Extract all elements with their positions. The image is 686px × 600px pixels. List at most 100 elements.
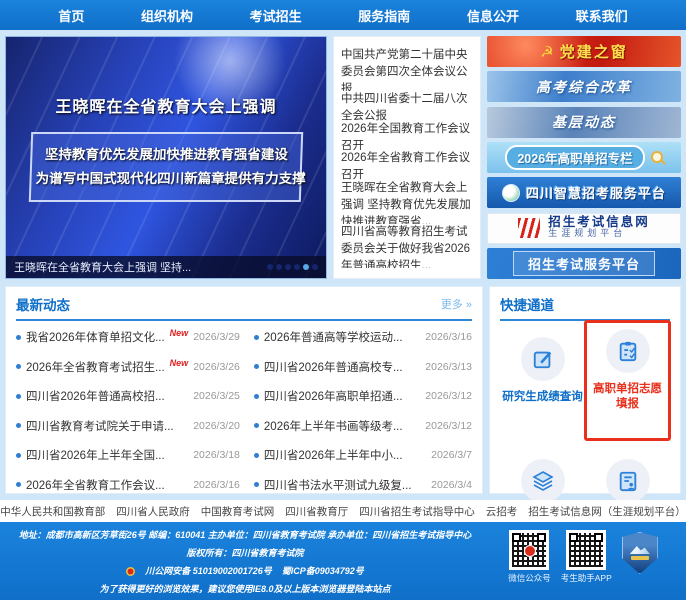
headline-news-item[interactable]: 2026年全国教育工作会议召开 bbox=[341, 121, 473, 150]
new-badge: New bbox=[170, 358, 189, 368]
footer-link[interactable]: 招生考试信息网（生涯规划平台） bbox=[528, 504, 686, 519]
news-date: 2026/3/13 bbox=[425, 361, 472, 373]
quick-item-graduate-score-query[interactable]: 研究生成绩查询 bbox=[500, 329, 585, 441]
news-carousel[interactable]: 王晓晖在全省教育大会上强调 坚持教育优先发展加快推进教育强省建设 为谱写中国式现… bbox=[5, 36, 327, 279]
nav-contact-us[interactable]: 联系我们 bbox=[576, 6, 628, 25]
quick-item-danzhao-application-highlighted[interactable]: 高职单招志愿填报 bbox=[584, 320, 671, 441]
news-link[interactable]: 四川省2026年普通高校专... bbox=[264, 359, 420, 375]
footer-gov-beian: 川公网安备 51019002001726号 bbox=[145, 562, 272, 580]
footer-link[interactable]: 四川省教育厅 bbox=[285, 504, 348, 519]
footer-link[interactable]: 四川省招生考试指导中心 bbox=[359, 504, 475, 519]
clipboard-check-icon bbox=[606, 329, 650, 373]
headline-news-item[interactable]: 中共四川省委十二届八次全会公报 bbox=[341, 91, 473, 120]
carousel-dot[interactable] bbox=[276, 264, 282, 270]
footer-link[interactable]: 中华人民共和国教育部 bbox=[0, 504, 105, 519]
carousel-dot[interactable] bbox=[312, 264, 318, 270]
news-row: 四川省2026年上半年中小... 2026/3/7 bbox=[254, 443, 472, 467]
banner-label: 基层动态 bbox=[552, 112, 616, 132]
carousel-dot[interactable] bbox=[267, 264, 273, 270]
banner-admission-info-net[interactable]: 招生考试信息网 生涯规划平台 bbox=[487, 213, 681, 244]
quick-channels-title: 快捷通道 bbox=[500, 294, 554, 314]
more-link[interactable]: 更多 » bbox=[441, 296, 472, 312]
carousel-dot[interactable] bbox=[294, 264, 300, 270]
banner-label: 四川智慧招考服务平台 bbox=[526, 183, 666, 202]
news-date: 2026/3/16 bbox=[193, 479, 240, 491]
news-row: 四川省2026年上半年全国... 2026/3/18 bbox=[16, 443, 240, 467]
site-footer: 地址：成都市高新区芳草街26号 邮编：610041 主办单位：四川省教育考试院 … bbox=[0, 522, 686, 600]
banner-party-building[interactable]: ☭ 党建之窗 bbox=[487, 36, 681, 67]
news-link[interactable]: 2026年上半年书画等级考... bbox=[264, 418, 420, 434]
bullet-icon bbox=[254, 394, 259, 399]
banner-smart-admission-platform[interactable]: 四川智慧招考服务平台 bbox=[487, 177, 681, 208]
carousel-dot-active[interactable] bbox=[303, 264, 309, 270]
banner-gaokao-reform[interactable]: 高考综合改革 bbox=[487, 71, 681, 102]
quick-item-label: 研究生成绩查询 bbox=[502, 390, 583, 405]
news-link[interactable]: 我省2026年体育单招文化... bbox=[26, 329, 165, 345]
quick-item-label: 高职单招志愿填报 bbox=[589, 382, 666, 412]
bullet-icon bbox=[16, 482, 21, 487]
bullet-icon bbox=[254, 364, 259, 369]
news-row: 四川省2026年普通高校招... 2026/3/25 bbox=[16, 384, 240, 408]
news-link[interactable]: 四川省2026年高职单招通... bbox=[264, 388, 420, 404]
news-date: 2026/3/4 bbox=[431, 479, 472, 491]
news-date: 2026/3/25 bbox=[193, 390, 240, 402]
footer-link[interactable]: 云招考 bbox=[486, 504, 518, 519]
news-link[interactable]: 2026年全省教育工作会议... bbox=[26, 477, 188, 493]
carousel-dot[interactable] bbox=[285, 264, 291, 270]
wechat-qr-code bbox=[509, 530, 549, 570]
banner-grassroots-news[interactable]: 基层动态 bbox=[487, 107, 681, 138]
news-link[interactable]: 四川省2026年普通高校招... bbox=[26, 388, 188, 404]
footer-link[interactable]: 四川省人民政府 bbox=[116, 504, 190, 519]
news-link[interactable]: 四川省教育考试院关于申请... bbox=[26, 418, 188, 434]
hammer-sickle-icon: ☭ bbox=[540, 43, 553, 61]
news-link[interactable]: 四川省2026年上半年中小... bbox=[264, 447, 426, 463]
footer-browser-tip: 为了获得更好的浏览效果，建议您使用IE8.0及以上版本浏览器登陆本站点 bbox=[10, 580, 480, 598]
nav-service-guide[interactable]: 服务指南 bbox=[358, 6, 410, 25]
headline-news-list: 中国共产党第二十届中央委员会第四次全体会议公报 中共四川省委十二届八次全会公报 … bbox=[333, 36, 481, 279]
banner-danzhao-column[interactable]: 2026年高职单招专栏 bbox=[487, 142, 681, 173]
news-date: 2026/3/20 bbox=[193, 420, 240, 432]
bullet-icon bbox=[16, 335, 21, 340]
news-link[interactable]: 2026年普通高等学校运动... bbox=[264, 329, 420, 345]
news-row: 2026年上半年书画等级考... 2026/3/12 bbox=[254, 414, 472, 438]
carousel-slogan-box: 坚持教育优先发展加快推进教育强省建设 为谱写中国式现代化四川新篇章提供有力支撑 bbox=[29, 132, 303, 202]
nav-info-disclosure[interactable]: 信息公开 bbox=[467, 6, 519, 25]
carousel-caption-bar: 王晓晖在全省教育大会上强调 坚持... bbox=[6, 256, 326, 278]
news-date: 2026/3/12 bbox=[425, 420, 472, 432]
nav-home[interactable]: 首页 bbox=[58, 6, 84, 25]
nav-organization[interactable]: 组织机构 bbox=[141, 6, 193, 25]
headline-news-item[interactable]: 四川省高等教育招生考试委员会关于做好我省2026年普通高校招生... bbox=[341, 224, 473, 268]
bullet-icon bbox=[16, 453, 21, 458]
bullet-icon bbox=[254, 423, 259, 428]
app-qr-label: 考生助手APP bbox=[561, 572, 612, 584]
banner-exam-service-platform[interactable]: 招生考试服务平台 bbox=[487, 248, 681, 279]
red-stripes-logo bbox=[518, 218, 540, 238]
shield-emblem-icon bbox=[622, 532, 658, 574]
new-badge: New bbox=[170, 328, 189, 338]
banner-label: 招生考试服务平台 bbox=[513, 251, 655, 276]
bullet-icon bbox=[254, 453, 259, 458]
wechat-qr-label: 微信公众号 bbox=[508, 572, 551, 584]
news-link[interactable]: 四川省2026年上半年全国... bbox=[26, 447, 188, 463]
headline-news-item[interactable]: 中国共产党第二十届中央委员会第四次全体会议公报 bbox=[341, 47, 473, 91]
headline-news-item[interactable]: 王晓晖在全省教育大会上强调 坚持教育优先发展加快推进教育强省... bbox=[341, 180, 473, 224]
document-person-icon bbox=[606, 459, 650, 503]
latest-news-left-column: 我省2026年体育单招文化... New 2026/3/29 2026年全省教育… bbox=[16, 325, 240, 497]
news-link[interactable]: 四川省书法水平测试九级复... bbox=[264, 477, 426, 493]
app-qr-code bbox=[566, 530, 606, 570]
footer-address-line: 地址：成都市高新区芳草街26号 邮编：610041 主办单位：四川省教育考试院 … bbox=[10, 526, 480, 544]
headline-news-item[interactable]: 2026年全省教育工作会议召开 bbox=[341, 150, 473, 179]
banner-label: 招生考试信息网 bbox=[548, 217, 650, 228]
news-row: 2026年全省教育工作会议... 2026/3/16 bbox=[16, 473, 240, 497]
news-link[interactable]: 2026年全省教育考试招生... bbox=[26, 359, 165, 375]
footer-text-block: 地址：成都市高新区芳草街26号 邮编：610041 主办单位：四川省教育考试院 … bbox=[10, 522, 480, 600]
layers-icon bbox=[521, 459, 565, 503]
carousel-dots bbox=[267, 264, 318, 270]
edit-icon bbox=[521, 337, 565, 381]
footer-icp-beian: 蜀ICP备09034792号 bbox=[282, 562, 364, 580]
bullet-icon bbox=[254, 335, 259, 340]
footer-link[interactable]: 中国教育考试网 bbox=[201, 504, 275, 519]
main-content: 王晓晖在全省教育大会上强调 坚持教育优先发展加快推进教育强省建设 为谱写中国式现… bbox=[0, 30, 686, 500]
nav-exam-admission[interactable]: 考试招生 bbox=[250, 6, 302, 25]
police-badge-icon bbox=[126, 567, 135, 576]
